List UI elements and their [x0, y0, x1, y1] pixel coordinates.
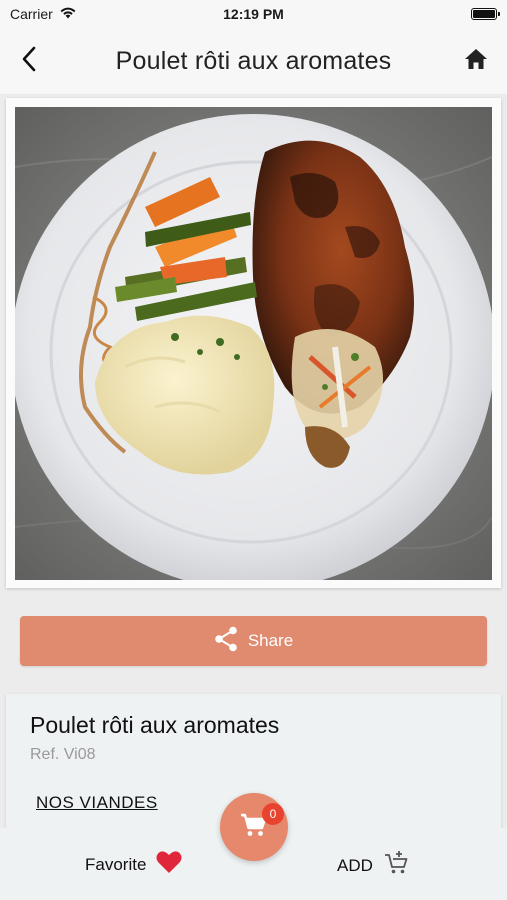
carrier-label: Carrier — [10, 6, 53, 22]
category-link[interactable]: NOS VIANDES — [36, 793, 158, 813]
chevron-left-icon — [20, 46, 38, 77]
nav-bar: Poulet rôti aux aromates — [0, 28, 507, 94]
share-icon — [214, 626, 238, 657]
heart-icon — [156, 850, 182, 879]
home-button[interactable] — [461, 46, 491, 76]
carrier-group: Carrier — [10, 6, 77, 22]
product-image-card — [6, 98, 501, 588]
dish-photo — [15, 107, 492, 580]
page-title: Poulet rôti aux aromates — [115, 46, 392, 75]
add-to-cart-button[interactable]: ADD — [337, 850, 409, 881]
battery-icon — [471, 8, 500, 20]
add-label: ADD — [337, 855, 373, 875]
share-button[interactable]: Share — [20, 616, 487, 666]
cart-button[interactable]: 0 — [220, 793, 288, 861]
cart-count-badge: 0 — [262, 803, 284, 825]
cart-plus-icon — [383, 850, 409, 881]
home-icon — [464, 48, 488, 75]
back-button[interactable] — [14, 46, 44, 76]
share-label: Share — [247, 631, 294, 650]
product-name: Poulet rôti aux aromates — [30, 712, 280, 738]
favorite-label: Favorite — [85, 854, 147, 874]
wifi-icon — [59, 6, 77, 22]
status-bar: Carrier 12:19 PM — [0, 0, 507, 28]
favorite-button[interactable]: Favorite — [85, 850, 182, 879]
product-ref: Ref. Vi08 — [30, 746, 96, 763]
